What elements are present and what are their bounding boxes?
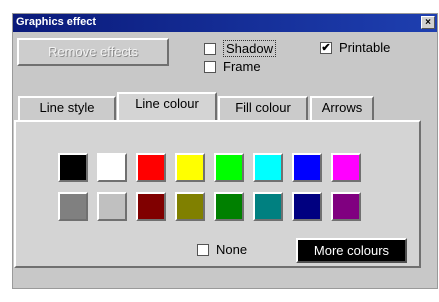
shadow-checkbox[interactable]: Shadow bbox=[204, 40, 276, 57]
colour-swatch[interactable] bbox=[292, 153, 322, 182]
tab-line-style[interactable]: Line style bbox=[18, 96, 116, 120]
colour-swatch[interactable] bbox=[97, 192, 127, 221]
none-label: None bbox=[216, 242, 248, 257]
colour-swatch[interactable] bbox=[331, 153, 361, 182]
colour-swatch[interactable] bbox=[175, 153, 205, 182]
frame-checkbox[interactable]: Frame bbox=[204, 59, 261, 74]
close-button[interactable]: × bbox=[421, 16, 435, 29]
colour-swatch[interactable] bbox=[97, 153, 127, 182]
colour-swatch[interactable] bbox=[136, 192, 166, 221]
tab-arrows-label: Arrows bbox=[321, 100, 363, 115]
tab-line-style-label: Line style bbox=[39, 100, 95, 115]
colour-swatch[interactable] bbox=[58, 192, 88, 221]
printable-label: Printable bbox=[339, 40, 391, 55]
colour-swatch[interactable] bbox=[58, 153, 88, 182]
none-checkbox-box[interactable] bbox=[197, 243, 209, 256]
remove-effects-button[interactable]: Remove effects bbox=[17, 38, 169, 66]
colour-swatch[interactable] bbox=[214, 192, 244, 221]
colour-swatch[interactable] bbox=[253, 192, 283, 221]
tab-line-colour-label: Line colour bbox=[135, 96, 199, 111]
checkmark-icon: ✔ bbox=[321, 41, 331, 54]
printable-checkbox-box[interactable]: ✔ bbox=[320, 41, 332, 54]
window-title: Graphics effect bbox=[16, 16, 97, 28]
more-colours-button[interactable]: More colours bbox=[296, 238, 407, 263]
colour-swatch[interactable] bbox=[331, 192, 361, 221]
shadow-label: Shadow bbox=[223, 40, 276, 57]
frame-checkbox-box[interactable] bbox=[204, 60, 216, 73]
colour-swatch[interactable] bbox=[175, 192, 205, 221]
none-checkbox[interactable]: None bbox=[197, 242, 247, 257]
title-bar[interactable]: Graphics effect × bbox=[13, 14, 437, 32]
close-icon: × bbox=[425, 17, 431, 28]
colour-swatch[interactable] bbox=[214, 153, 244, 182]
colour-swatch[interactable] bbox=[253, 153, 283, 182]
shadow-checkbox-box[interactable] bbox=[204, 42, 216, 55]
frame-label: Frame bbox=[223, 59, 261, 74]
printable-checkbox[interactable]: ✔ Printable bbox=[320, 40, 390, 55]
colour-swatch[interactable] bbox=[292, 192, 322, 221]
tab-line-colour[interactable]: Line colour bbox=[117, 92, 217, 120]
tab-fill-colour[interactable]: Fill colour bbox=[218, 96, 308, 120]
tab-arrows[interactable]: Arrows bbox=[310, 96, 374, 120]
tab-fill-colour-label: Fill colour bbox=[235, 100, 291, 115]
colour-swatch[interactable] bbox=[136, 153, 166, 182]
